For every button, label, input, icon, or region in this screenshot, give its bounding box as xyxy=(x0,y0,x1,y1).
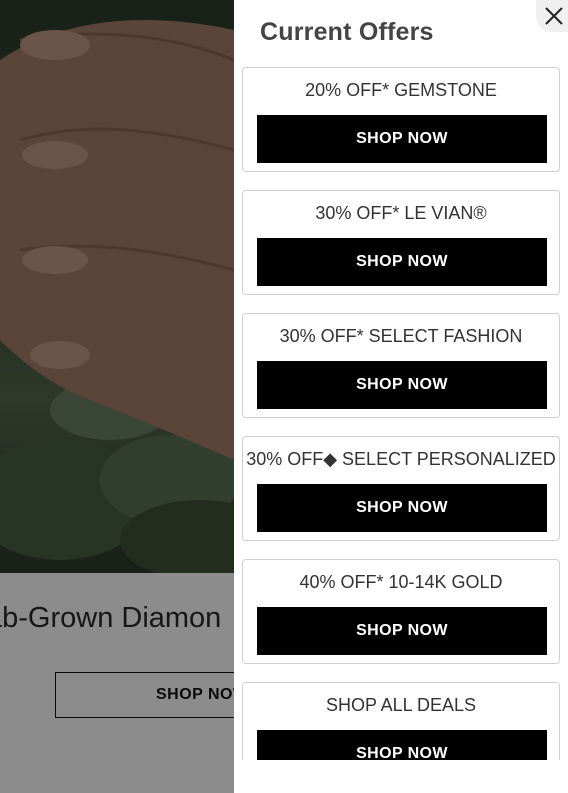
shop-now-button[interactable]: SHOP NOW xyxy=(257,238,547,286)
offer-title: SHOP ALL DEALS xyxy=(325,695,477,715)
offer-card: 30% OFF* LE VIAN® SHOP NOW xyxy=(242,190,560,295)
offer-card: SHOP ALL DEALS SHOP NOW xyxy=(242,682,560,760)
offer-title: 40% OFF* 10-14K GOLD xyxy=(299,572,503,592)
shop-now-button[interactable]: SHOP NOW xyxy=(257,607,547,655)
shop-now-button[interactable]: SHOP NOW xyxy=(257,730,547,760)
close-icon xyxy=(545,7,563,25)
shop-now-button[interactable]: SHOP NOW xyxy=(257,115,547,163)
shop-now-button[interactable]: SHOP NOW xyxy=(257,484,547,532)
offer-title: 20% OFF* GEMSTONE xyxy=(305,80,497,100)
offer-card: 20% OFF* GEMSTONE SHOP NOW xyxy=(242,67,560,172)
offer-card: 40% OFF* 10-14K GOLD SHOP NOW xyxy=(242,559,560,664)
offer-title: 30% OFF◆ SELECT PERSONALIZED xyxy=(246,449,556,469)
offers-drawer: Current Offers 20% OFF* GEMSTONE SHOP NO… xyxy=(234,0,568,793)
offer-card: 30% OFF◆ SELECT PERSONALIZED SHOP NOW xyxy=(242,436,560,541)
offers-list: 20% OFF* GEMSTONE SHOP NOW 30% OFF* LE V… xyxy=(242,67,562,760)
shop-now-button[interactable]: SHOP NOW xyxy=(257,361,547,409)
offer-title: 30% OFF* SELECT FASHION xyxy=(279,326,523,346)
offer-card: 30% OFF* SELECT FASHION SHOP NOW xyxy=(242,313,560,418)
offer-title: 30% OFF* LE VIAN® xyxy=(315,203,487,223)
close-button[interactable] xyxy=(536,0,568,32)
drawer-title: Current Offers xyxy=(260,18,434,46)
